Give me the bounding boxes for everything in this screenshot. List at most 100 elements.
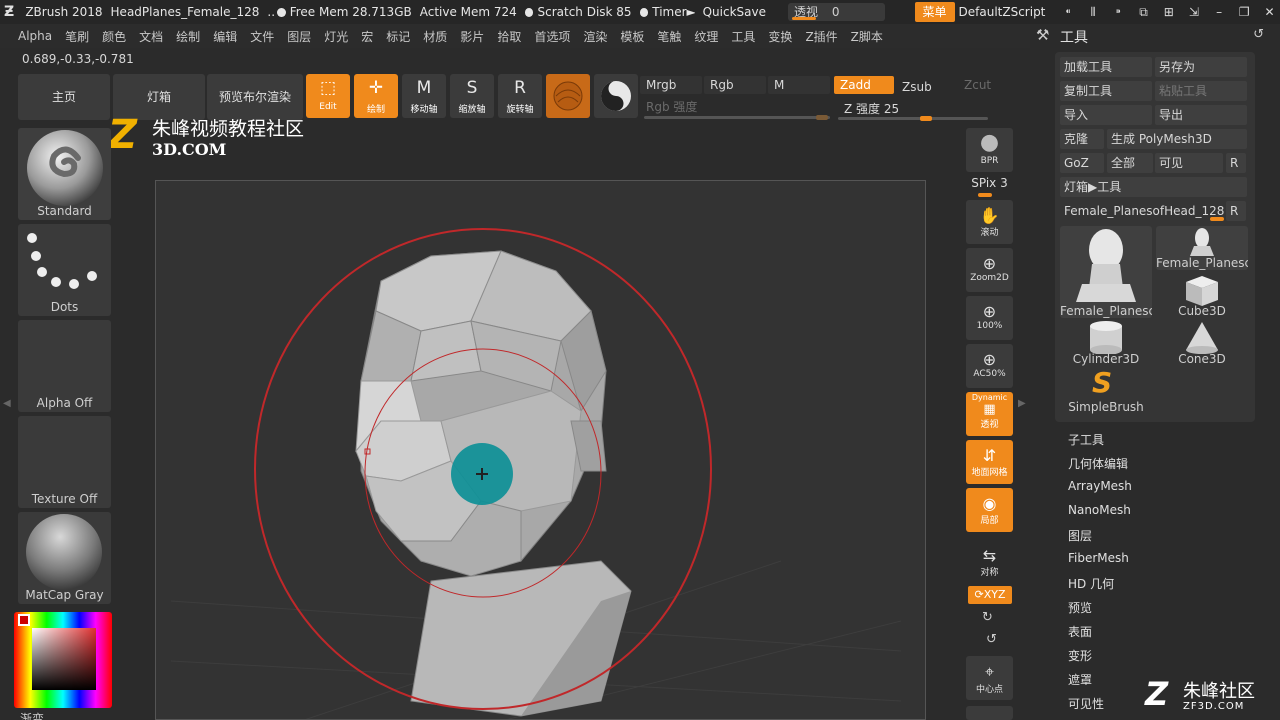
tray-left-icon[interactable]: ⁌	[1057, 3, 1078, 21]
menu-zplugin[interactable]: Z插件	[805, 28, 837, 45]
tool-thumb-female-small[interactable]: Female_Planesc	[1156, 226, 1248, 270]
subpalette-masking[interactable]: 遮罩	[1068, 671, 1092, 688]
menu-macro[interactable]: 宏	[361, 28, 373, 45]
rotate-z-icon[interactable]: ↺	[986, 632, 997, 647]
r-button[interactable]: R	[1226, 153, 1246, 173]
menu-transform[interactable]: 变换	[768, 28, 792, 45]
menu-preferences[interactable]: 首选项	[534, 28, 570, 45]
menu-picker[interactable]: 拾取	[497, 28, 521, 45]
rotate-y-icon[interactable]: ↻	[982, 610, 993, 625]
menu-zscript[interactable]: Z脚本	[851, 28, 883, 45]
viewport-canvas[interactable]	[155, 180, 926, 720]
menu-tool[interactable]: 工具	[731, 28, 755, 45]
menu-light[interactable]: 灯光	[324, 28, 348, 45]
rgb-button[interactable]: Rgb	[704, 76, 766, 94]
z-intensity-slider[interactable]: Z 强度 25	[838, 100, 988, 118]
alpha-selector[interactable]: Alpha Off	[18, 320, 111, 412]
dock-icon[interactable]: ⧉	[1133, 3, 1154, 21]
perspective-button[interactable]: Dynamic ▦ 透视	[966, 392, 1013, 436]
zcut-button[interactable]: Zcut	[958, 76, 998, 94]
load-tool-button[interactable]: 加载工具	[1060, 57, 1152, 77]
minimize-icon[interactable]: –	[1209, 3, 1230, 21]
color-picker-square[interactable]	[32, 628, 96, 690]
menu-color[interactable]: 颜色	[102, 28, 126, 45]
rgb-intensity-knob[interactable]	[816, 115, 828, 120]
subpalette-surface[interactable]: 表面	[1068, 623, 1092, 640]
subpalette-visibility[interactable]: 可见性	[1068, 695, 1104, 712]
tray-right-icon[interactable]: ⁍	[1108, 3, 1129, 21]
subpalette-subtool[interactable]: 子工具	[1068, 431, 1104, 448]
head-model[interactable]	[156, 181, 926, 720]
current-tool-slider[interactable]: Female_PlanesofHead_128.	[1060, 201, 1224, 221]
paste-tool-button[interactable]: 粘贴工具	[1155, 81, 1247, 101]
material-selector[interactable]: MatCap Gray	[18, 512, 111, 604]
xyz-button[interactable]: ⟳XYZ	[968, 586, 1012, 604]
center-point-button[interactable]: ⌖ 中心点	[966, 656, 1013, 700]
export-button[interactable]: 导出	[1155, 105, 1247, 125]
m-button[interactable]: M	[768, 76, 830, 94]
draw-button[interactable]: ✛ 绘制	[354, 74, 398, 118]
subpalette-fibermesh[interactable]: FiberMesh	[1068, 551, 1129, 565]
subpalette-preview[interactable]: 预览	[1068, 599, 1092, 616]
z-intensity-knob[interactable]	[920, 116, 932, 121]
make-polymesh-button[interactable]: 生成 PolyMesh3D	[1107, 129, 1247, 149]
tool-thumb-cone[interactable]: Cone3D	[1156, 320, 1248, 366]
quicksave-button[interactable]: QuickSave	[703, 5, 766, 19]
zsub-button[interactable]: Zsub	[896, 78, 956, 96]
left-tray-toggle-icon[interactable]: ◀	[3, 398, 11, 409]
menu-stencil[interactable]: 模板	[620, 28, 644, 45]
menu-texture[interactable]: 纹理	[694, 28, 718, 45]
menu-layer[interactable]: 图层	[287, 28, 311, 45]
menu-brush[interactable]: 笔刷	[65, 28, 89, 45]
menu-button[interactable]: 菜单	[914, 2, 955, 22]
scroll-button[interactable]: ✋ 滚动	[966, 200, 1013, 244]
layout-icon[interactable]: ⊞	[1158, 3, 1179, 21]
brush-selector[interactable]: Standard	[18, 128, 111, 220]
current-tool-r-button[interactable]: R	[1226, 201, 1246, 221]
tool-thumb-cube[interactable]: Cube3D	[1156, 272, 1248, 318]
goz-button[interactable]: GoZ	[1060, 153, 1104, 173]
move-button[interactable]: M 移动轴	[402, 74, 446, 118]
menu-movie[interactable]: 影片	[460, 28, 484, 45]
ac50-button[interactable]: ⊕ AC50%	[966, 344, 1013, 388]
clone-button[interactable]: 克隆	[1060, 129, 1104, 149]
menu-render[interactable]: 渲染	[583, 28, 607, 45]
menu-arrow-icon[interactable]: ⇲	[1183, 3, 1204, 21]
subpalette-nanomesh[interactable]: NanoMesh	[1068, 503, 1131, 517]
stroke-selector[interactable]: Dots	[18, 224, 111, 316]
move-view-button[interactable]	[966, 706, 1013, 720]
subpalette-deformation[interactable]: 变形	[1068, 647, 1092, 664]
menu-draw[interactable]: 绘制	[176, 28, 200, 45]
subpalette-layers[interactable]: 图层	[1068, 527, 1092, 544]
material-swatch-button[interactable]	[546, 74, 590, 118]
lightbox-tools-button[interactable]: 灯箱▶工具	[1060, 177, 1247, 197]
import-button[interactable]: 导入	[1060, 105, 1152, 125]
default-zscript-button[interactable]: DefaultZScript	[959, 5, 1046, 19]
tool-thumb-simplebrush[interactable]: S SimpleBrush	[1060, 368, 1152, 414]
zoom2d-button[interactable]: ⊕ Zoom2D	[966, 248, 1013, 292]
tool-thumb-cylinder[interactable]: Cylinder3D	[1060, 320, 1152, 366]
restore-icon[interactable]: ❐	[1234, 3, 1255, 21]
floor-grid-button[interactable]: ⇵ 地面网格	[966, 440, 1013, 484]
scale-button[interactable]: S 缩放轴	[450, 74, 494, 118]
bpr-render-button[interactable]: ● BPR	[966, 128, 1013, 172]
texture-selector[interactable]: Texture Off	[18, 416, 111, 508]
symmetry-button[interactable]: ⇆ 对称	[966, 540, 1013, 584]
close-icon[interactable]: ✕	[1259, 3, 1280, 21]
copy-tool-button[interactable]: 复制工具	[1060, 81, 1152, 101]
all-button[interactable]: 全部	[1107, 153, 1153, 173]
color-swatch-button[interactable]	[594, 74, 638, 118]
menu-alpha[interactable]: Alpha	[18, 29, 52, 43]
right-tray-toggle-icon[interactable]: ▶	[1018, 398, 1026, 409]
tray-toggle-icon[interactable]: ⦀	[1083, 3, 1104, 21]
primary-color-swatch[interactable]	[18, 614, 30, 626]
local-button[interactable]: ◉ 局部	[966, 488, 1013, 532]
menu-material[interactable]: 材质	[423, 28, 447, 45]
mrgb-button[interactable]: Mrgb	[640, 76, 702, 94]
subpalette-arraymesh[interactable]: ArrayMesh	[1068, 479, 1132, 493]
zadd-button[interactable]: Zadd	[834, 76, 894, 94]
rotate-button[interactable]: R 旋转轴	[498, 74, 542, 118]
menu-file[interactable]: 文件	[250, 28, 274, 45]
menu-document[interactable]: 文档	[139, 28, 163, 45]
perspective-slider[interactable]: 透视 0	[788, 3, 885, 21]
